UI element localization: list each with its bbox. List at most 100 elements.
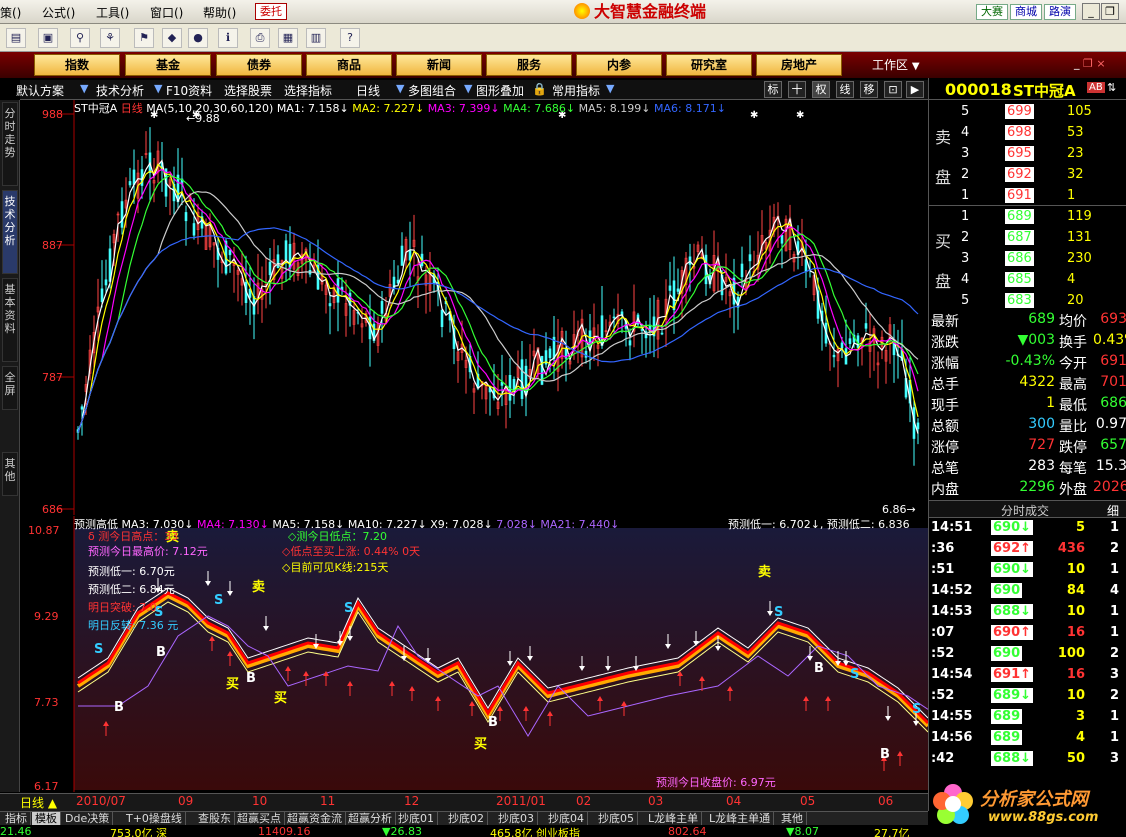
stat-label: 最新 [931, 314, 959, 330]
ask-price[interactable]: 692 [1005, 167, 1034, 182]
bid-price[interactable]: 686 [1005, 251, 1034, 266]
link-contest[interactable]: 大赛 [976, 4, 1008, 20]
tab-f10[interactable]: F10资料 [166, 82, 212, 99]
ask-price[interactable]: 698 [1005, 125, 1034, 140]
indicator-tab[interactable]: 其他 [778, 812, 807, 825]
nav-research[interactable]: 研究室 [666, 54, 752, 76]
tab-daily[interactable]: 日线 [356, 82, 380, 99]
view-btn-rights[interactable]: 权 [812, 81, 830, 98]
menu-window[interactable]: 窗口() [150, 4, 183, 21]
zoom-box-icon[interactable]: ⊡ [884, 81, 902, 98]
tool-2-icon[interactable]: ▣ [38, 28, 58, 48]
tab-multi-chart[interactable]: 多图组合 [408, 82, 456, 99]
tab-select-indicator[interactable]: 选择指标 [284, 82, 332, 99]
menu-formula[interactable]: 公式() [42, 4, 75, 21]
side-tab-fundamental[interactable]: 基本资料 [2, 278, 18, 362]
tab-tech-analysis[interactable]: 技术分析 [96, 82, 144, 99]
record-icon[interactable]: ● [188, 28, 208, 48]
view-btn-cross[interactable]: 十 [788, 81, 806, 98]
help-cursor-icon[interactable]: ? [340, 28, 360, 48]
menu-strategy[interactable]: 策() [0, 4, 21, 21]
books-icon[interactable]: ▥ [306, 28, 326, 48]
bid-price[interactable]: 683 [1005, 293, 1034, 308]
nav-commodity[interactable]: 商品 [306, 54, 392, 76]
trade-button[interactable]: 委托 [255, 3, 287, 20]
binoculars-icon[interactable]: ⚲ [70, 28, 90, 48]
flag-icon[interactable]: ⚑ [134, 28, 154, 48]
tab-default-scheme[interactable]: 默认方案 [16, 82, 64, 99]
ab-badge[interactable]: AB [1087, 82, 1105, 93]
nav-news[interactable]: 新闻 [396, 54, 482, 76]
period-label[interactable]: 日线 ▲ [20, 794, 57, 811]
tab-common-indicator[interactable]: 常用指标 [552, 82, 600, 99]
menu-tools[interactable]: 工具() [96, 4, 129, 21]
indicator-tab[interactable]: 超赢买点 [234, 812, 285, 825]
window-controls[interactable]: _ ❐ × [1074, 57, 1106, 70]
nav-fund[interactable]: 基金 [125, 54, 211, 76]
link-mall[interactable]: 商城 [1010, 4, 1042, 20]
tab-select-stock[interactable]: 选择股票 [224, 82, 272, 99]
stat-label: 每笔 [1059, 461, 1087, 477]
indicator-tab[interactable]: 抄底01 [395, 812, 438, 825]
watermark-logo: 分析家公式网 www.88gs.com [928, 777, 1126, 837]
stat-label: 现手 [931, 398, 959, 414]
bid-price[interactable]: 685 [1005, 272, 1034, 287]
nav-index[interactable]: 指数 [34, 54, 120, 76]
bid-price[interactable]: 689 [1005, 209, 1034, 224]
ask-price[interactable]: 695 [1005, 146, 1034, 161]
link-roadshow[interactable]: 路演 [1044, 4, 1076, 20]
arrow-icon[interactable]: ⇅ [1107, 81, 1116, 94]
view-btn-line[interactable]: 线 [836, 81, 854, 98]
indicator-tab[interactable]: 指标 [2, 812, 31, 825]
print-icon[interactable]: ⎙ [250, 28, 270, 48]
indicator-tab[interactable]: L龙峰主单通 [706, 812, 775, 825]
indicator-tab[interactable]: T+0操盘线 [123, 812, 186, 825]
side-tab-intraday[interactable]: 分时走势 [2, 102, 18, 186]
tab-overlay[interactable]: 图形叠加 [476, 82, 524, 99]
minimize-icon[interactable]: _ [1082, 3, 1100, 20]
view-btn-mark[interactable]: 标 [764, 81, 782, 98]
indicator-tab[interactable]: Dde决策 [62, 812, 114, 825]
stat-label: 涨跌 [931, 335, 959, 351]
stat-label: 涨停 [931, 440, 959, 456]
indicator-tab[interactable]: 抄底02 [445, 812, 488, 825]
indicator-tab[interactable]: 抄底04 [545, 812, 588, 825]
indicator-tab[interactable]: 抄底05 [595, 812, 638, 825]
nav-insider[interactable]: 内参 [576, 54, 662, 76]
dropdown-icon[interactable]: ▼ [80, 82, 88, 95]
ask-price[interactable]: 699 [1005, 104, 1034, 119]
nav-service[interactable]: 服务 [486, 54, 572, 76]
dropdown-icon[interactable]: ▼ [464, 82, 472, 95]
indicator-tab[interactable]: 查股东 [195, 812, 235, 825]
lock-icon[interactable]: 🔒 [532, 82, 547, 96]
restore-icon[interactable]: ❐ [1101, 3, 1119, 20]
side-tab-fullscreen[interactable]: 全屏 [2, 366, 18, 410]
dropdown-icon[interactable]: ▼ [396, 82, 404, 95]
nav-realestate[interactable]: 房地产 [756, 54, 842, 76]
side-tab-tech[interactable]: 技术分析 [2, 190, 18, 274]
play-icon[interactable]: ▶ [906, 81, 924, 98]
chart-tool-icon[interactable]: ⚘ [100, 28, 120, 48]
workarea-label[interactable]: 工作区 ▼ [872, 56, 920, 73]
indicator-tab[interactable]: L龙峰主单 [645, 812, 703, 825]
indicator-tab[interactable]: 超赢资金流 [284, 812, 346, 825]
nav-bond[interactable]: 债券 [216, 54, 302, 76]
ask-price[interactable]: 691 [1005, 188, 1034, 203]
diamond-icon[interactable]: ◆ [162, 28, 182, 48]
dropdown-icon[interactable]: ▼ [154, 82, 162, 95]
kline-chart[interactable]: ✱ ✱ ✱ ✱ ✱ ST中冠A 日线 MA(5,10,20,30,60,120) MA1… [20, 100, 928, 516]
bid-price[interactable]: 687 [1005, 230, 1034, 245]
dropdown-icon[interactable]: ▼ [606, 82, 614, 95]
indicator-chart[interactable]: SBSBSBSBSBSBS卖卖卖买买买 预测高低 MA3: 7.030↓ MA4… [20, 516, 928, 793]
info-icon[interactable]: ℹ [218, 28, 238, 48]
menu-help[interactable]: 帮助() [203, 4, 236, 21]
low-mark: 6.86→ [882, 503, 916, 516]
side-tab-other[interactable]: 其他 [2, 452, 18, 496]
view-btn-move[interactable]: 移 [860, 81, 878, 98]
indicator-tab[interactable]: 超赢分析 [345, 812, 396, 825]
indicator-tab[interactable]: 抄底03 [495, 812, 538, 825]
indicator-tab[interactable]: 模板 [32, 812, 61, 825]
detail-button[interactable]: 细 [1107, 502, 1119, 519]
layout-icon[interactable]: ▦ [278, 28, 298, 48]
tool-1-icon[interactable]: ▤ [6, 28, 26, 48]
